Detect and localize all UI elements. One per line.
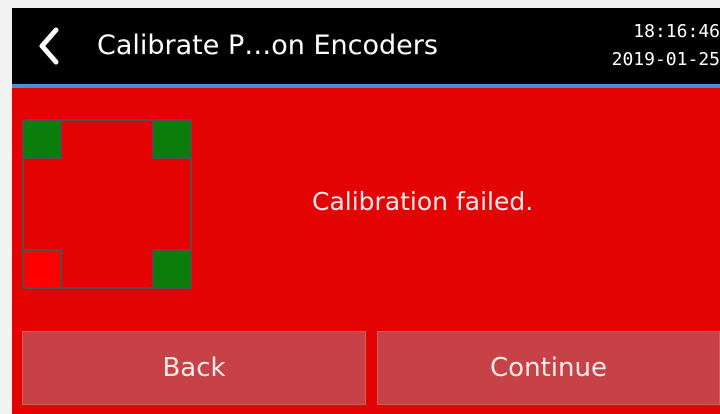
clock-date: 2019-01-25 <box>611 49 720 70</box>
encoder-bottom-left <box>22 249 62 289</box>
page-title: Calibrate P…on Encoders <box>97 30 438 61</box>
continue-button[interactable]: Continue <box>377 331 720 405</box>
back-button[interactable]: Back <box>22 331 366 405</box>
clock-time: 18:16:46 <box>633 21 720 42</box>
chevron-left-icon[interactable] <box>34 26 64 66</box>
header-bar: Calibrate P…on Encoders 18:16:46 2019-01… <box>12 8 720 88</box>
encoder-diagram <box>22 119 192 289</box>
status-message: Calibration failed. <box>312 187 534 216</box>
encoder-top-left <box>22 119 62 159</box>
encoder-bottom-right <box>152 249 192 289</box>
encoder-top-right <box>152 119 192 159</box>
clock: 18:16:46 2019-01-25 <box>600 18 720 74</box>
calibration-screen: Calibrate P…on Encoders 18:16:46 2019-01… <box>12 8 720 414</box>
